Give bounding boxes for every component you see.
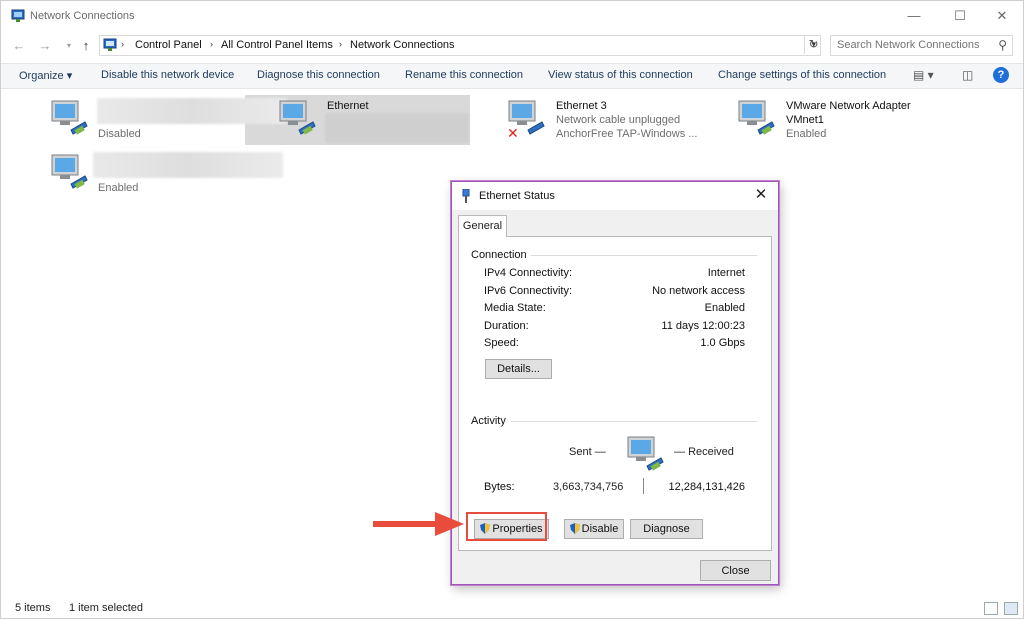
forward-arrow-icon[interactable]: → [37, 38, 53, 54]
tab-general[interactable]: General [458, 215, 507, 237]
details-button[interactable]: Details... [485, 359, 552, 379]
redacted-detail [325, 113, 469, 143]
item-status: Enabled [786, 128, 827, 140]
bytes-sent-value: 3,663,734,756 [553, 481, 624, 493]
speed-label: Speed: [484, 337, 519, 349]
bytes-received-value: 12,284,131,426 [668, 481, 745, 493]
search-input[interactable] [837, 39, 987, 51]
breadcrumb-separator-icon: › [339, 39, 342, 49]
maximize-icon[interactable]: ☐ [945, 5, 975, 27]
refresh-icon[interactable]: ↻ [804, 35, 822, 54]
item-name: Ethernet [327, 100, 369, 112]
rename-connection-button[interactable]: Rename this connection [405, 69, 523, 81]
disable-label: Disable [581, 523, 619, 535]
breadcrumb-network-connections[interactable]: Network Connections [350, 39, 455, 51]
view-status-button[interactable]: View status of this connection [548, 69, 693, 81]
breadcrumb-separator-icon: › [210, 39, 213, 49]
dialog-close-icon[interactable]: ✕ [752, 186, 770, 204]
diagnose-button[interactable]: Diagnose [630, 519, 703, 539]
network-connections-icon [11, 9, 25, 22]
breadcrumb-control-panel[interactable]: Control Panel [135, 39, 202, 51]
activity-group-label: Activity [471, 415, 510, 427]
item-status: Network cable unplugged [556, 114, 681, 126]
dialog-title-bar: Ethernet Status ✕ [452, 182, 778, 210]
redacted-name [93, 152, 283, 178]
duration-label: Duration: [484, 320, 529, 332]
ipv6-value: No network access [652, 285, 745, 297]
network-connections-window: Network Connections — ☐ ✕ ← → ▾ ↑ › Cont… [0, 0, 1024, 619]
network-adapter-icon [51, 100, 88, 135]
speed-value: 1.0 Gbps [700, 337, 745, 349]
large-icons-view-icon[interactable] [1004, 602, 1018, 615]
activity-divider [511, 421, 757, 422]
ipv4-label: IPv4 Connectivity: [484, 267, 573, 279]
selected-count: 1 item selected [69, 602, 143, 614]
uac-shield-icon [569, 523, 580, 534]
title-bar: Network Connections — ☐ ✕ [1, 1, 1023, 31]
change-view-icon[interactable]: ▤ ▾ [913, 68, 934, 82]
general-panel: Connection IPv4 Connectivity: Internet I… [458, 236, 772, 551]
details-view-icon[interactable] [984, 602, 998, 615]
redacted-name [97, 98, 287, 124]
breadcrumb-all-items[interactable]: All Control Panel Items [221, 39, 333, 51]
connection-group-label: Connection [471, 249, 531, 261]
close-window-icon[interactable]: ✕ [987, 5, 1017, 27]
sent-label: Sent — [569, 446, 606, 458]
ipv4-value: Internet [707, 267, 745, 279]
bytes-label: Bytes: [484, 481, 515, 493]
item-count: 5 items [15, 602, 51, 614]
received-label: — Received [674, 446, 734, 458]
network-activity-icon [627, 436, 664, 471]
disable-device-button[interactable]: Disable this network device [101, 69, 234, 81]
address-row: ← → ▾ ↑ › Control Panel › All Control Pa… [1, 33, 1023, 59]
sent-text: Sent [569, 446, 592, 458]
search-box[interactable]: ⚲ [830, 35, 1013, 56]
received-text: Received [688, 446, 734, 458]
network-adapter-icon [51, 154, 88, 189]
address-bar[interactable]: › Control Panel › All Control Panel Item… [99, 35, 821, 56]
control-panel-icon [103, 38, 117, 51]
help-icon[interactable]: ? [993, 67, 1009, 83]
media-state-label: Media State: [484, 302, 546, 314]
status-bar: 5 items 1 item selected [1, 599, 1023, 619]
pointer-arrow-icon [373, 512, 464, 536]
unplugged-x-icon: ✕ [507, 125, 519, 141]
item-name: Ethernet 3 [556, 100, 607, 112]
breadcrumb-separator-icon: › [121, 39, 124, 49]
item-name: VMware Network Adapter [786, 100, 911, 112]
media-state-value: Enabled [704, 302, 745, 314]
disable-button[interactable]: Disable [564, 519, 624, 539]
preview-pane-icon[interactable]: ◫ [962, 68, 973, 82]
bytes-divider [643, 478, 644, 494]
recent-chevron-icon[interactable]: ▾ [61, 38, 77, 54]
item-detail: AnchorFree TAP-Windows ... [556, 128, 698, 140]
command-bar: Organize ▾ Disable this network device D… [1, 63, 1023, 89]
ethernet-plug-icon [462, 189, 470, 203]
item-status: Disabled [98, 128, 141, 140]
connection-divider [525, 255, 757, 256]
change-settings-button[interactable]: Change settings of this connection [718, 69, 886, 81]
duration-value: 11 days 12:00:23 [661, 320, 745, 332]
back-arrow-icon[interactable]: ← [11, 38, 27, 54]
highlight-box [466, 512, 547, 541]
up-arrow-icon[interactable]: ↑ [78, 38, 94, 54]
dialog-title: Ethernet Status [479, 190, 555, 202]
network-adapter-icon [738, 100, 775, 135]
organize-label: Organize [19, 70, 64, 82]
search-icon[interactable]: ⚲ [998, 38, 1007, 52]
ipv6-label: IPv6 Connectivity: [484, 285, 573, 297]
close-button[interactable]: Close [700, 560, 771, 581]
window-title: Network Connections [30, 10, 135, 22]
minimize-icon[interactable]: — [899, 5, 929, 27]
item-name-line2: VMnet1 [786, 114, 824, 126]
item-status: Enabled [98, 182, 139, 194]
organize-menu[interactable]: Organize ▾ [19, 69, 72, 82]
network-adapter-icon [279, 100, 316, 135]
diagnose-connection-button[interactable]: Diagnose this connection [257, 69, 380, 81]
